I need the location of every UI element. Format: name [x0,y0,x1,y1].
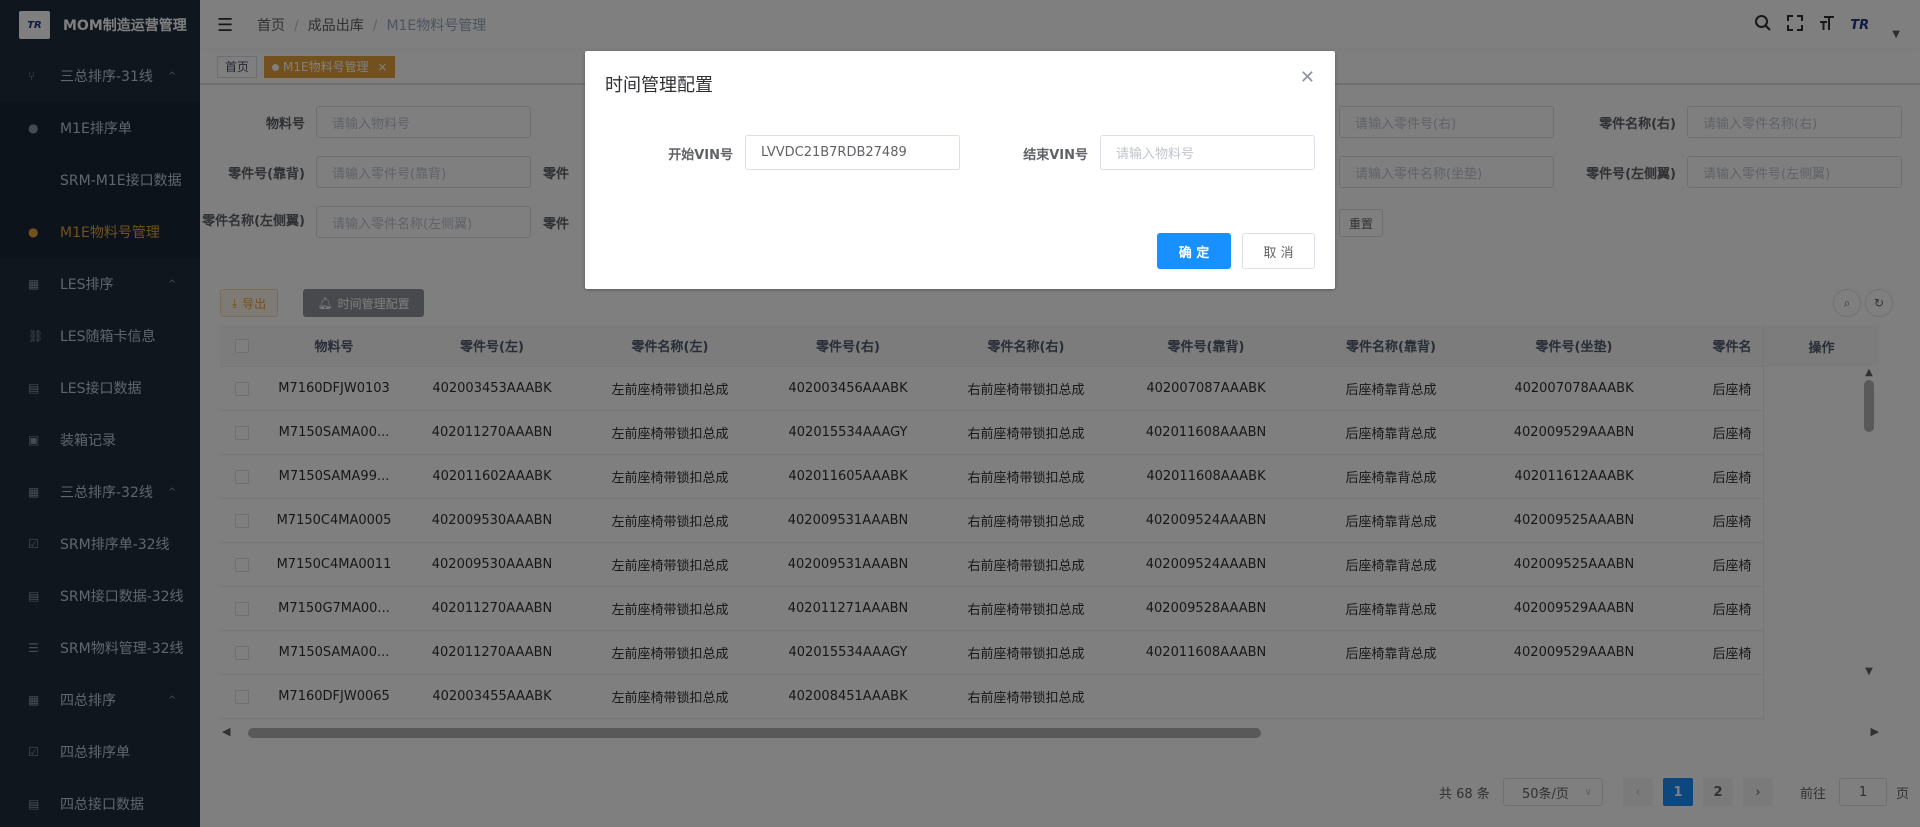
confirm-button[interactable]: 确 定 [1157,233,1231,269]
cancel-button[interactable]: 取 消 [1242,233,1315,269]
close-icon[interactable]: ✕ [1300,67,1315,88]
end-vin-input[interactable]: 请输入物料号 [1100,135,1315,170]
end-vin-label: 结束VIN号 [1023,148,1088,163]
time-config-dialog: 时间管理配置 ✕ 开始VIN号 LVVDC21B7RDB27489 结束VIN号… [585,51,1335,289]
start-vin-label: 开始VIN号 [668,148,733,163]
start-vin-input[interactable]: LVVDC21B7RDB27489 [745,135,960,170]
dialog-title: 时间管理配置 [605,75,713,96]
